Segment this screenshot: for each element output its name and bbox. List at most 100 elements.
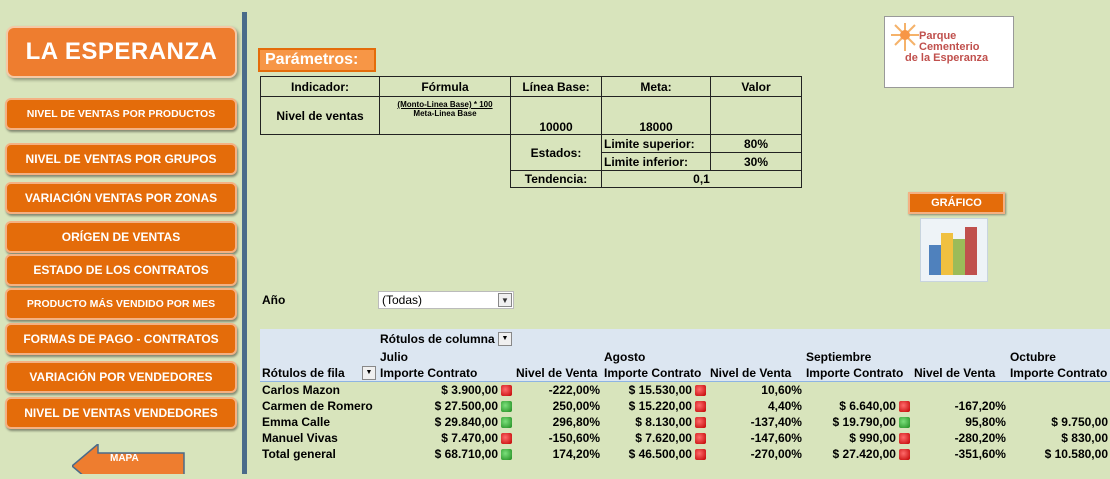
importe-septiembre: $ 19.790,00 — [804, 414, 912, 430]
table-row: Carlos Mazon $ 3.900,00 -222,00% $ 15.530,0… — [260, 381, 1110, 398]
formula-numerator: (Monto-Linea Base) * 100 — [397, 100, 493, 109]
importe-agosto-text: $ 15.530,00 — [628, 383, 692, 397]
sidebar-divider — [242, 12, 247, 474]
nav-estado-contratos[interactable]: ESTADO DE LOS CONTRATOS — [5, 254, 237, 286]
nivel-agosto-text: 10,60% — [761, 383, 802, 397]
nivel-septiembre-text: 95,80% — [965, 415, 1006, 429]
importe-octubre: $ 9.750,00 — [1008, 414, 1110, 430]
row-labels-text: Rótulos de fila — [262, 366, 345, 380]
nivel-julio-text: -150,60% — [548, 431, 600, 445]
status-light-icon — [694, 417, 706, 429]
importe-agosto: $ 15.220,00 — [602, 398, 708, 414]
nivel-septiembre-text: -351,60% — [954, 447, 1006, 461]
limite-superior-label: Limite superior: — [601, 134, 711, 153]
nivel-julio: 250,00% — [514, 398, 602, 414]
importe-julio-text: $ 29.840,00 — [434, 415, 499, 429]
nav-variacion-vendedores[interactable]: VARIACIÓN POR VENDEDORES — [5, 361, 237, 393]
importe-agosto: $ 46.500,00 — [602, 446, 708, 462]
importe-agosto: $ 8.130,00 — [602, 414, 708, 430]
row-filter-chevron-icon[interactable]: ▼ — [361, 366, 376, 380]
importe-octubre-text: $ 9.750,00 — [1051, 415, 1108, 429]
nivel-septiembre: 95,80% — [912, 414, 1008, 430]
nivel-septiembre-text: -167,20% — [954, 399, 1006, 413]
chevron-down-icon[interactable]: ▼ — [498, 293, 512, 307]
row-name: Emma Calle — [260, 414, 378, 430]
header-indicador: Indicador: — [260, 76, 380, 97]
sidebar: LA ESPERANZA NIVEL DE VENTAS POR PRODUCT… — [0, 0, 242, 479]
nivel-julio-text: -222,00% — [548, 383, 600, 397]
nivel-agosto: 4,40% — [708, 398, 804, 414]
nivel-julio: 296,80% — [514, 414, 602, 430]
column-filter-chevron-icon[interactable]: ▼ — [498, 332, 513, 347]
importe-agosto-text: $ 7.620,00 — [635, 431, 692, 445]
nivel-agosto-text: -137,40% — [750, 415, 802, 429]
tendencia-label: Tendencia: — [510, 170, 602, 188]
row-name: Carlos Mazon — [260, 381, 378, 398]
nivel-agosto-text: -147,60% — [750, 431, 802, 445]
table-row: Emma Calle $ 29.840,00 296,80% $ 8.130,00 -1… — [260, 414, 1110, 430]
importe-julio: $ 7.470,00 — [378, 430, 514, 446]
importe-septiembre: $ 990,00 — [804, 430, 912, 446]
importe-julio: $ 29.840,00 — [378, 414, 514, 430]
nav-formas-pago[interactable]: FORMAS DE PAGO - CONTRATOS — [5, 323, 237, 355]
nivel-septiembre-text: -280,20% — [954, 431, 1006, 445]
nav-nivel-ventas-grupos[interactable]: NIVEL DE VENTAS POR GRUPOS — [5, 143, 237, 175]
nivel-septiembre: -280,20% — [912, 430, 1008, 446]
importe-septiembre-text: $ 990,00 — [849, 431, 896, 445]
nav-producto-mas-vendido[interactable]: PRODUCTO MÁS VENDIDO POR MES — [5, 288, 237, 320]
year-filter-dropdown[interactable]: (Todas) ▼ — [378, 291, 514, 309]
header-linea-base: Línea Base: — [510, 76, 602, 97]
row-name-text: Total general — [262, 447, 336, 461]
nivel-agosto: 10,60% — [707, 381, 804, 398]
importe-octubre — [1007, 381, 1110, 398]
row-labels-header[interactable]: Rótulos de fila ▼ — [260, 365, 378, 382]
status-light-icon — [501, 401, 513, 413]
importe-header-1: Importe Contrato — [377, 365, 515, 382]
nivel-julio: -150,60% — [514, 430, 602, 446]
nivel-julio: 174,20% — [514, 446, 602, 462]
importe-agosto-text: $ 46.500,00 — [628, 447, 692, 461]
importe-octubre-text: $ 10.580,00 — [1044, 447, 1108, 461]
map-label: MAPA — [110, 453, 139, 464]
linea-base-value: 10000 — [510, 96, 602, 135]
status-light-icon — [501, 449, 513, 461]
nivel-septiembre: -167,20% — [912, 398, 1008, 414]
nav-origen-ventas[interactable]: ORÍGEN DE VENTAS — [5, 221, 237, 253]
importe-julio: $ 68.710,00 — [378, 446, 514, 462]
importe-octubre — [1008, 398, 1110, 414]
month-agosto: Agosto — [602, 349, 708, 365]
table-row: Carmen de Romero $ 27.500,00 250,00% $ 15.2… — [260, 398, 1110, 414]
column-labels-header[interactable]: Rótulos de columna ▼ — [377, 329, 515, 349]
row-name-text: Carlos Mazon — [262, 383, 341, 397]
nivel-agosto: -137,40% — [708, 414, 804, 430]
logo-line3: de la Esperanza — [905, 52, 989, 64]
logo-text: Parque Cementerio de la Esperanza — [905, 31, 988, 64]
app-title-button[interactable]: LA ESPERANZA — [6, 26, 237, 78]
table-row: Manuel Vivas $ 7.470,00 -150,60% $ 7.620,00… — [260, 430, 1110, 446]
importe-header-3: Importe Contrato — [803, 365, 912, 382]
month-septiembre: Septiembre — [803, 349, 912, 365]
grafico-button[interactable]: GRÁFICO — [908, 192, 1005, 214]
table-row: Total general $ 68.710,00 174,20% $ 46.500,… — [260, 446, 1110, 462]
importe-octubre-text: $ 830,00 — [1061, 431, 1108, 445]
column-labels-text: Rótulos de columna — [379, 331, 495, 346]
nivel-septiembre: -351,60% — [912, 446, 1008, 462]
nav-nivel-ventas-vendedores[interactable]: NIVEL DE VENTAS VENDEDORES — [5, 397, 237, 429]
map-button[interactable]: MAPA — [70, 442, 192, 479]
params-title: Parámetros: — [258, 48, 376, 72]
row-name: Manuel Vivas — [260, 430, 378, 446]
nav-nivel-ventas-productos[interactable]: NIVEL DE VENTAS POR PRODUCTOS — [5, 98, 237, 130]
bar-chart-icon[interactable] — [920, 218, 988, 282]
pivot-table: Rótulos de columna ▼ Julio Agosto Septie… — [260, 329, 1110, 462]
limite-inferior-label: Limite inferior: — [601, 152, 711, 171]
meta-value: 18000 — [601, 96, 711, 135]
filter-label-year: Año — [262, 293, 286, 307]
year-filter-value: (Todas) — [382, 293, 423, 307]
formula-denominator: Meta-Linea Base — [413, 109, 477, 118]
nivel-julio-text: 296,80% — [552, 415, 600, 429]
nivel-header-1: Nivel de Venta — [514, 365, 602, 382]
nav-variacion-zonas[interactable]: VARIACIÓN VENTAS POR ZONAS — [5, 182, 237, 214]
importe-agosto: $ 7.620,00 — [602, 430, 708, 446]
row-name-text: Emma Calle — [262, 415, 331, 429]
importe-octubre: $ 10.580,00 — [1008, 446, 1110, 462]
